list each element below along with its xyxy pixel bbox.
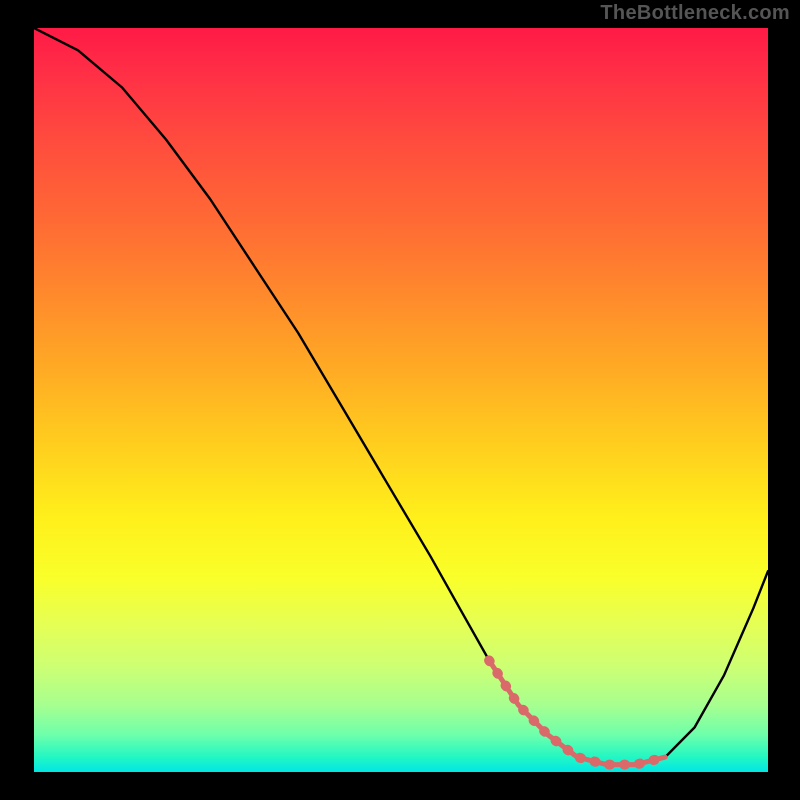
- watermark-text: TheBottleneck.com: [600, 2, 790, 25]
- chart-frame: TheBottleneck.com: [0, 0, 800, 800]
- highlight-path: [489, 660, 665, 764]
- curve-path: [34, 28, 768, 765]
- bottleneck-curve: [34, 28, 768, 772]
- highlight-path-under: [489, 660, 665, 764]
- plot-area: [34, 28, 768, 772]
